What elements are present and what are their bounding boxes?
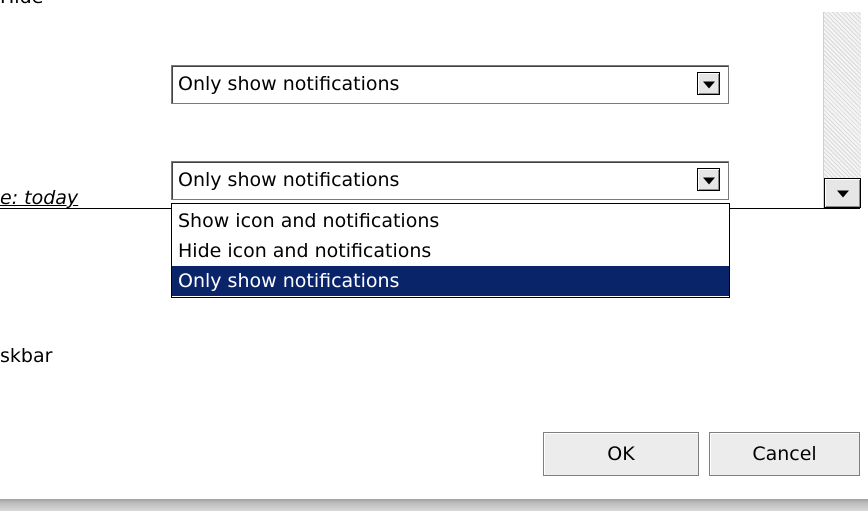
scroll-down-button[interactable]: [824, 178, 861, 208]
option-show-icon-and-notifications[interactable]: Show icon and notifications: [172, 206, 729, 236]
select-1-value: Only show notifications: [178, 73, 400, 95]
select-2-dropdown-list: Show icon and notifications Hide icon an…: [171, 203, 730, 298]
taskbar-option-label: skbar: [0, 345, 53, 367]
ok-button[interactable]: OK: [543, 432, 699, 476]
notification-behavior-select-2[interactable]: Only show notifications: [171, 161, 729, 200]
chevron-down-icon: [836, 190, 849, 198]
select-2-dropdown-button[interactable]: [697, 168, 720, 191]
vertical-scrollbar[interactable]: [823, 12, 861, 208]
row-label-today: e: today: [0, 187, 79, 209]
chevron-down-icon: [702, 177, 715, 185]
select-1-dropdown-button[interactable]: [697, 72, 720, 95]
chevron-down-icon: [702, 81, 715, 89]
notification-behavior-select-1[interactable]: Only show notifications: [171, 65, 729, 104]
option-hide-icon-and-notifications[interactable]: Hide icon and notifications: [172, 236, 729, 266]
cancel-button[interactable]: Cancel: [709, 432, 860, 476]
option-only-show-notifications[interactable]: Only show notifications: [172, 266, 729, 296]
window-bottom-edge: [0, 499, 868, 511]
clipped-top-label: Hide: [0, 0, 43, 8]
select-2-value: Only show notifications: [178, 169, 400, 191]
